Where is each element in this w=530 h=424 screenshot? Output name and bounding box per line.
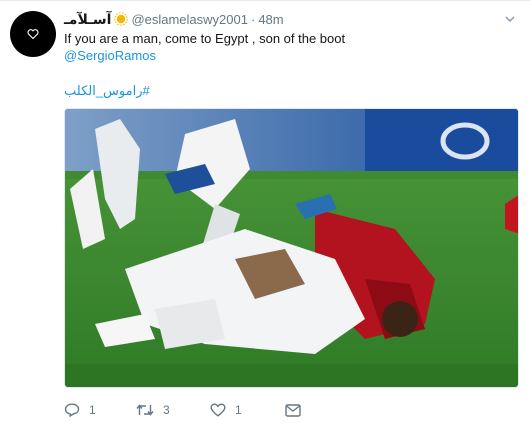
like-count: 1 [235,403,242,417]
separator-dot: · [250,11,256,27]
reply-button[interactable]: 1 [64,403,136,417]
like-button[interactable]: 1 [210,403,285,417]
mention-link[interactable]: @SergioRamos [64,48,156,63]
tweet-text: If you are a man, come to Egypt , son of… [64,31,346,46]
retweet-icon [136,404,154,416]
avatar[interactable] [10,11,56,57]
tweet[interactable]: آسـلآمـ @eslamelaswy2001 · 48m If you ar… [0,0,530,424]
tweet-media-photo[interactable] [64,108,519,388]
tweet-actions: 1 3 1 [64,401,315,419]
timestamp[interactable]: 48m [258,12,283,27]
sun-emoji-icon [114,12,129,26]
envelope-icon [285,403,301,417]
direct-message-button[interactable] [285,403,315,417]
reply-icon [64,403,80,417]
tweet-header: آسـلآمـ @eslamelaswy2001 · 48m [64,10,284,28]
photo-football-collision [65,109,518,387]
hashtag-link[interactable]: #راموس_الكلب [64,83,150,99]
retweet-count: 3 [163,403,170,417]
heart-icon [210,403,226,417]
reply-count: 1 [89,403,96,417]
display-name[interactable]: آسـلآمـ [64,11,111,28]
heart-icon [27,29,39,40]
chevron-down-icon[interactable] [504,13,516,25]
user-handle[interactable]: @eslamelaswy2001 [131,12,248,27]
retweet-button[interactable]: 3 [136,403,210,417]
